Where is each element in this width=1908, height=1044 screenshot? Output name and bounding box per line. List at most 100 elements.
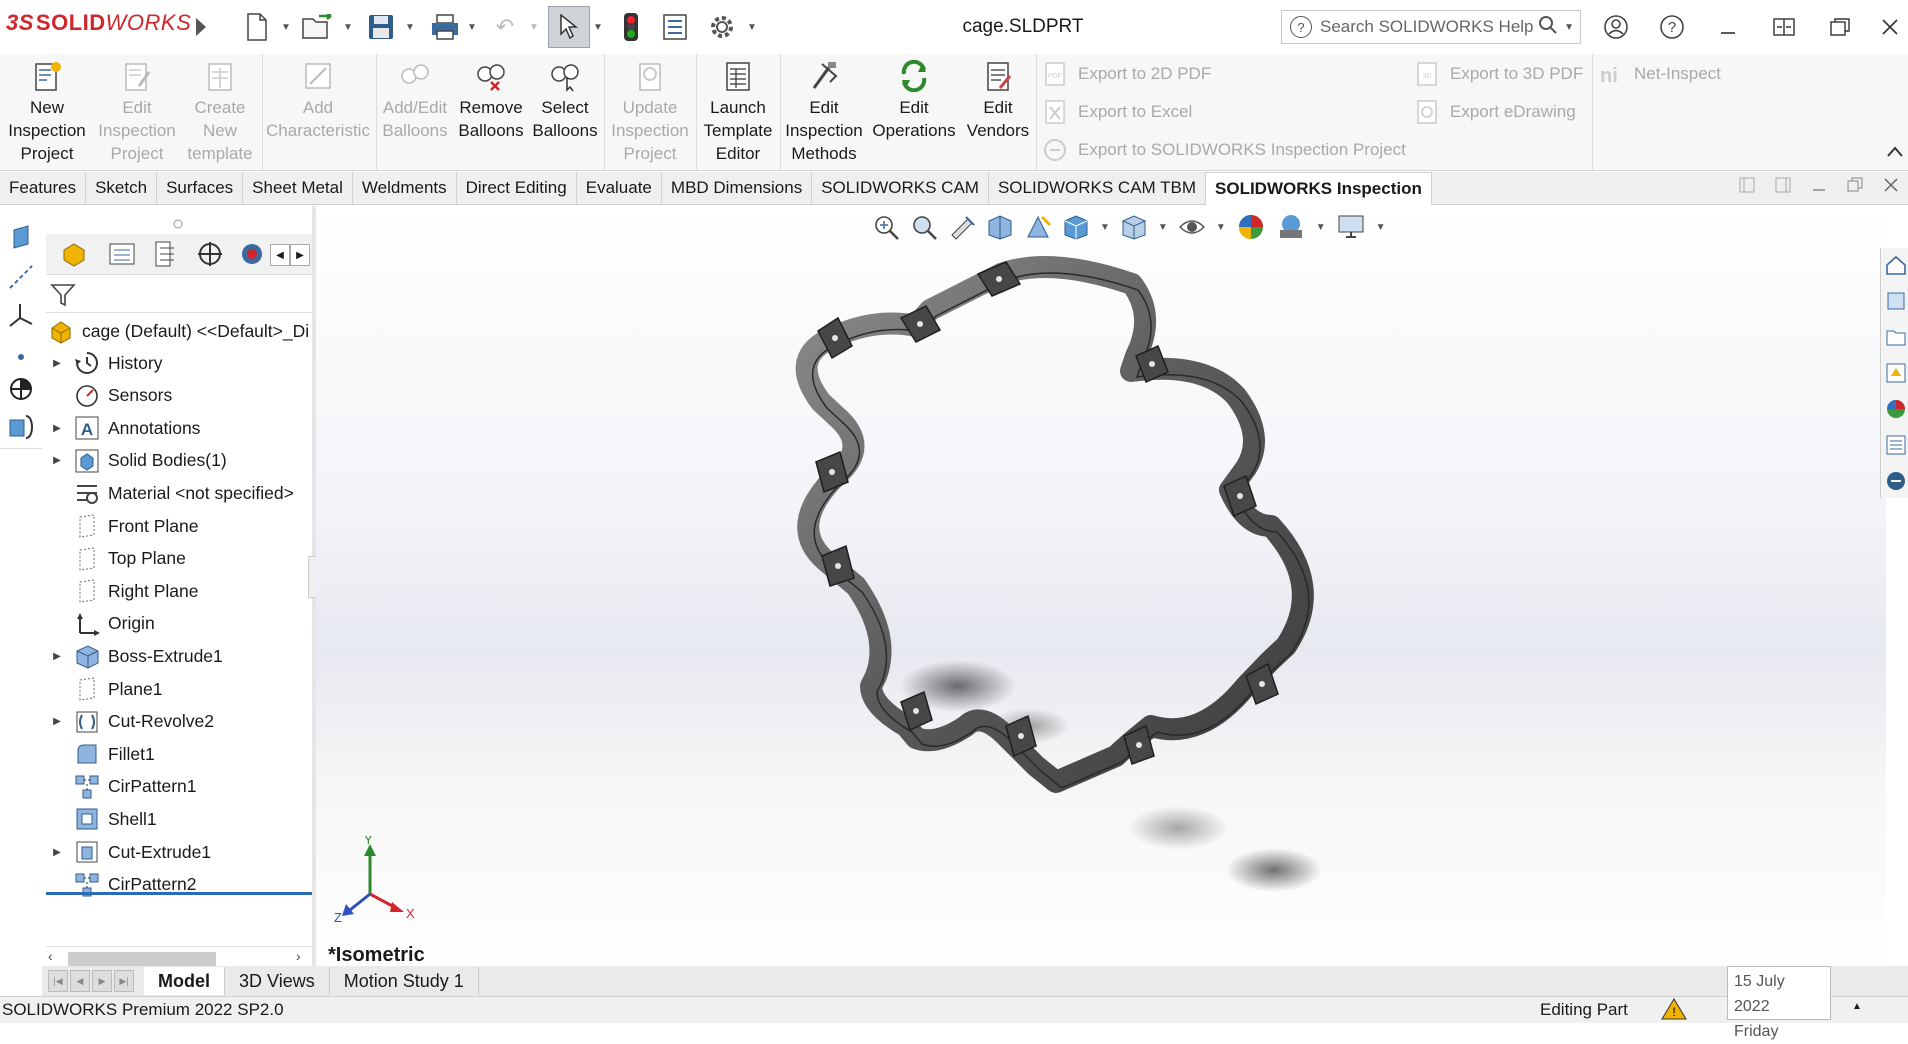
export-edrawing-button[interactable]: Export eDrawing: [1414, 98, 1576, 126]
tree-item[interactable]: Plane1: [46, 674, 163, 704]
point-icon[interactable]: [16, 346, 26, 368]
help-search-box[interactable]: ? Search SOLIDWORKS Help ▼: [1281, 10, 1581, 44]
tab-sheet-metal[interactable]: Sheet Metal: [243, 172, 353, 204]
axis-icon[interactable]: [8, 264, 34, 296]
edit-operations-button[interactable]: Edit Operations: [870, 60, 958, 142]
tree-item[interactable]: ▶ History: [46, 348, 162, 378]
rollback-bar[interactable]: [46, 892, 312, 895]
file-properties-icon[interactable]: [660, 12, 690, 42]
search-dropdown-icon[interactable]: ▼: [1564, 22, 1574, 33]
tree-item[interactable]: Sensors: [46, 381, 172, 411]
tile-right-icon[interactable]: [1774, 176, 1792, 200]
add-edit-balloons-button[interactable]: Add/Edit Balloons: [380, 60, 450, 142]
expand-arrow-icon[interactable]: ▶: [46, 358, 68, 369]
new-inspection-project-button[interactable]: New Inspection Project: [4, 60, 90, 165]
property-manager-tab-icon[interactable]: [108, 242, 136, 272]
mate-reference-icon[interactable]: [8, 414, 36, 446]
solidworks-logo[interactable]: 3SSOLIDWORKS: [6, 10, 191, 36]
tree-item[interactable]: Origin: [46, 609, 155, 639]
tree-item[interactable]: Material <not specified>: [46, 478, 294, 508]
save-dropdown-icon[interactable]: ▼: [404, 12, 416, 42]
doc-close-icon[interactable]: [1882, 176, 1900, 200]
options-gear-icon[interactable]: [706, 12, 738, 42]
doc-minimize-icon[interactable]: [1810, 176, 1828, 200]
tree-item[interactable]: Right Plane: [46, 576, 198, 606]
tab-surfaces[interactable]: Surfaces: [157, 172, 244, 204]
graphics-area[interactable]: ▼ ▼ ▼ ▼ ▼ Y X Z: [316, 206, 1886, 972]
tab-solidworks-cam-tbm[interactable]: SOLIDWORKS CAM TBM: [989, 172, 1207, 204]
tab-solidworks-cam[interactable]: SOLIDWORKS CAM: [812, 172, 989, 204]
dimxpert-manager-tab-icon[interactable]: [196, 240, 224, 274]
feature-manager-tab-icon[interactable]: [60, 240, 88, 274]
origin-icon[interactable]: [8, 376, 34, 408]
close-icon[interactable]: [1872, 12, 1908, 42]
coordinate-system-icon[interactable]: [8, 302, 34, 336]
tab-solidworks-inspection[interactable]: SOLIDWORKS Inspection: [1206, 172, 1432, 205]
options-dropdown-icon[interactable]: ▼: [746, 12, 758, 42]
view-palette-icon[interactable]: [1885, 362, 1907, 390]
new-document-icon[interactable]: [242, 12, 272, 42]
tabs-scroll-left-icon[interactable]: ◀: [270, 244, 290, 266]
display-manager-tab-icon[interactable]: [238, 240, 262, 274]
tree-item[interactable]: Top Plane: [46, 544, 186, 574]
create-new-template-button[interactable]: Create New template: [182, 60, 258, 165]
search-icon[interactable]: [1538, 15, 1558, 40]
minimize-icon[interactable]: [1710, 12, 1746, 42]
update-inspection-project-button[interactable]: Update Inspection Project: [606, 60, 694, 165]
expand-arrow-icon[interactable]: ▶: [46, 847, 68, 858]
save-icon[interactable]: [364, 12, 398, 42]
edit-inspection-methods-button[interactable]: Edit Inspection Methods: [782, 60, 866, 165]
open-document-icon[interactable]: [300, 12, 336, 42]
panel-grip-icon[interactable]: [172, 214, 184, 236]
configuration-manager-tab-icon[interactable]: [154, 240, 178, 274]
new-dropdown-icon[interactable]: ▼: [280, 12, 292, 42]
undo-dropdown-icon[interactable]: ▼: [528, 12, 540, 42]
last-tab-icon[interactable]: ▶|: [114, 970, 134, 992]
filter-icon[interactable]: [50, 282, 76, 314]
expand-menu-icon[interactable]: [188, 12, 214, 42]
tree-item[interactable]: ▶ A Annotations: [46, 413, 200, 443]
custom-properties-icon[interactable]: [1885, 434, 1907, 462]
tab-sketch[interactable]: Sketch: [86, 172, 158, 204]
add-characteristic-button[interactable]: Add Characteristic: [266, 60, 370, 142]
first-tab-icon[interactable]: |◀: [48, 970, 68, 992]
print-dropdown-icon[interactable]: ▼: [466, 12, 478, 42]
tree-item[interactable]: Shell1: [46, 804, 157, 834]
status-expand-icon[interactable]: ▲: [1852, 1001, 1862, 1012]
tree-item[interactable]: Front Plane: [46, 511, 198, 541]
export-excel-button[interactable]: Export to Excel: [1042, 98, 1192, 126]
tree-root[interactable]: cage (Default) <<Default>_Di: [46, 316, 309, 346]
expand-arrow-icon[interactable]: ▶: [46, 423, 68, 434]
design-library-icon[interactable]: [1885, 290, 1907, 318]
collapse-ribbon-icon[interactable]: [1886, 142, 1904, 164]
rebuild-icon[interactable]: [616, 12, 646, 42]
expand-arrow-icon[interactable]: ▶: [46, 455, 68, 466]
edit-inspection-project-button[interactable]: Edit Inspection Project: [96, 60, 178, 165]
plane-view-icon[interactable]: [10, 224, 32, 256]
tree-item[interactable]: Fillet1: [46, 739, 155, 769]
tabs-scroll-right-icon[interactable]: ▶: [290, 244, 310, 266]
print-icon[interactable]: [428, 12, 462, 42]
part-model[interactable]: [316, 206, 1886, 972]
previous-tab-icon[interactable]: ◀: [70, 970, 90, 992]
tab-features[interactable]: Features: [0, 172, 87, 204]
net-inspect-button[interactable]: ni Net-Inspect: [1598, 60, 1721, 88]
export-3d-pdf-button[interactable]: 3D Export to 3D PDF: [1414, 60, 1583, 88]
tile-left-icon[interactable]: [1738, 176, 1756, 200]
export-2d-pdf-button[interactable]: PDF Export to 2D PDF: [1042, 60, 1211, 88]
tree-item[interactable]: ▶ Solid Bodies(1): [46, 446, 227, 476]
open-dropdown-icon[interactable]: ▼: [342, 12, 354, 42]
export-inspection-project-button[interactable]: Export to SOLIDWORKS Inspection Project: [1042, 136, 1406, 164]
restore-icon[interactable]: [1822, 12, 1858, 42]
tree-item[interactable]: CirPattern2: [46, 870, 197, 900]
expand-arrow-icon[interactable]: ▶: [46, 651, 68, 662]
scroll-left-icon[interactable]: ‹: [48, 948, 53, 964]
undo-icon[interactable]: ↶: [490, 12, 520, 42]
file-explorer-icon[interactable]: [1885, 326, 1907, 354]
tab-3d-views[interactable]: 3D Views: [225, 967, 330, 995]
user-account-icon[interactable]: [1598, 12, 1634, 42]
edit-vendors-button[interactable]: Edit Vendors: [962, 60, 1034, 142]
tab-evaluate[interactable]: Evaluate: [577, 172, 662, 204]
help-search-input[interactable]: Search SOLIDWORKS Help: [1320, 17, 1538, 37]
appearances-icon[interactable]: [1885, 398, 1907, 426]
